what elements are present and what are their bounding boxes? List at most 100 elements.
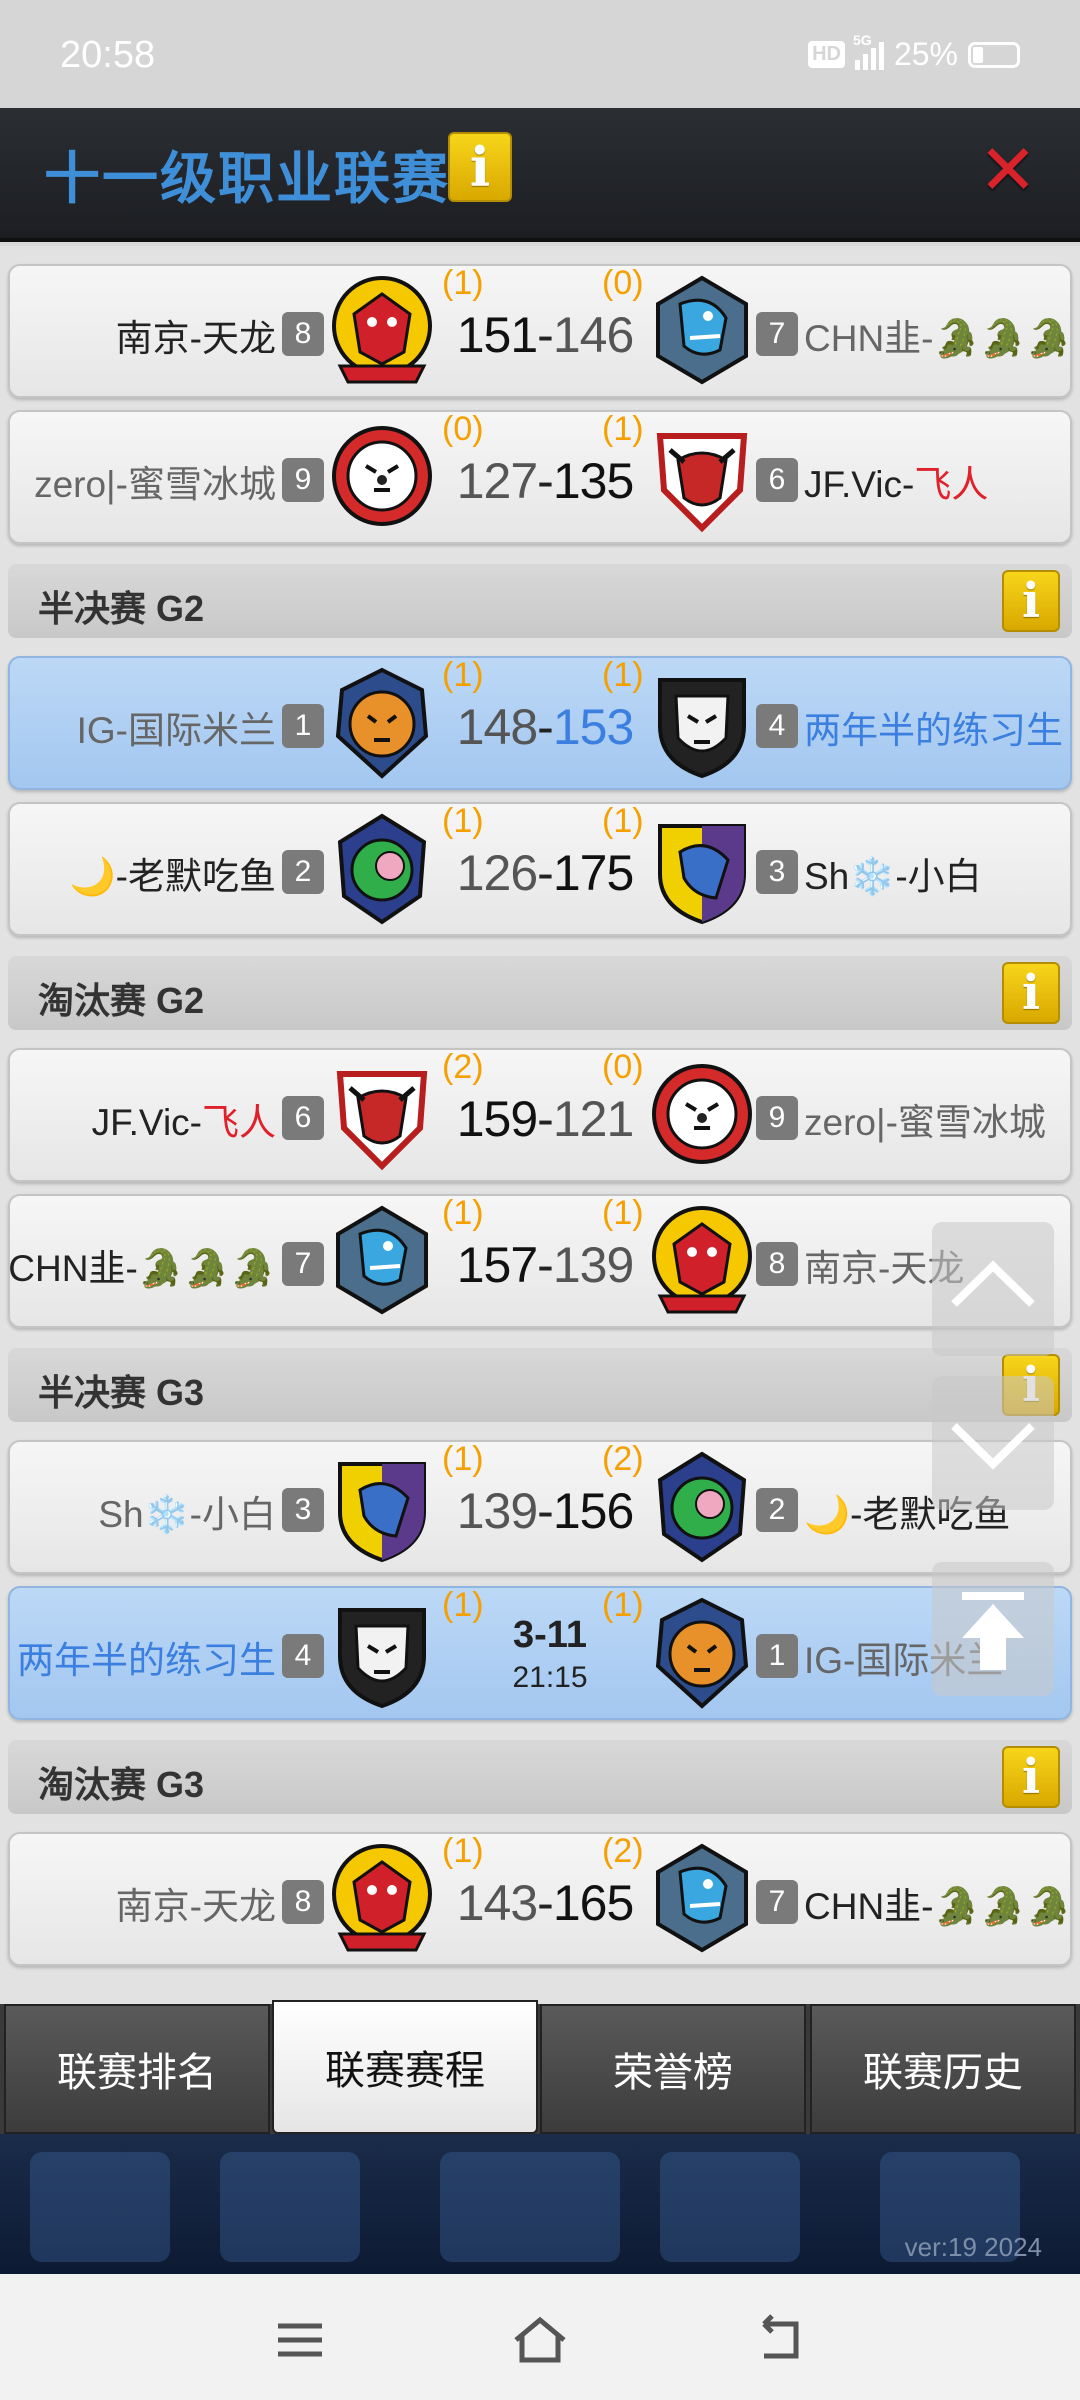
match-score: 126-175	[450, 844, 640, 902]
score-separator: -	[537, 453, 554, 509]
network-type: 5G	[852, 31, 872, 48]
rank-badge-left: 8	[282, 1880, 324, 1924]
wins-right: (2)	[602, 1440, 644, 1478]
match-score: 157-139	[450, 1236, 640, 1294]
wins-right: (0)	[602, 1048, 644, 1086]
schedule-list[interactable]: 南京-天龙 8 (1) 151-146 (0) 7 CHN韭-🐊🐊🐊 zero|…	[0, 246, 1080, 2006]
rank-badge-right: 6	[756, 458, 798, 502]
signal-icon: 5G	[853, 32, 884, 70]
chevron-down-icon	[951, 1423, 1035, 1470]
scroll-up-button[interactable]	[932, 1222, 1054, 1356]
wins-right: (2)	[602, 1832, 644, 1870]
menu-icon[interactable]	[440, 2152, 620, 2262]
wins-left: (1)	[442, 656, 484, 694]
tab-honor-roll[interactable]: 荣誉榜	[540, 2004, 806, 2134]
status-bar: 20:58 HD 5G 25%	[0, 0, 1080, 108]
tab-league-schedule[interactable]: 联赛赛程	[272, 2000, 538, 2134]
wins-left: (1)	[442, 1194, 484, 1232]
score-separator: -	[537, 1875, 554, 1931]
match-row[interactable]: 南京-天龙 8 (1) 143-165 (2) 7 CHN韭-🐊🐊🐊	[8, 1832, 1072, 1966]
match-row[interactable]: JF.Vic-飞人 6 (2) 159-121 (0) 9 zero|-蜜雪冰城	[8, 1048, 1072, 1182]
match-row-upcoming[interactable]: 两年半的练习生 4 (1) 3-11 21:15 (1) 1 IG-国际米兰	[8, 1586, 1072, 1720]
rank-badge-right: 3	[756, 850, 798, 894]
score-right: 146	[552, 307, 634, 363]
trex-team-logo	[656, 1844, 748, 1952]
wins-right: (1)	[602, 656, 644, 694]
match-row[interactable]: 南京-天龙 8 (1) 151-146 (0) 7 CHN韭-🐊🐊🐊	[8, 264, 1072, 398]
tiger-team-logo	[652, 1064, 752, 1164]
rank-badge-left: 7	[282, 1242, 324, 1286]
tab-league-history[interactable]: 联赛历史	[810, 2004, 1076, 2134]
score-separator: -	[537, 699, 554, 755]
trex-team-logo	[656, 276, 748, 384]
arrow-to-top-icon	[962, 1592, 1024, 1670]
score-left: 148	[456, 699, 538, 755]
match-score: 127-135	[450, 452, 640, 510]
team-name-suffix: 飞人	[202, 1102, 276, 1143]
scroll-down-button[interactable]	[932, 1376, 1054, 1510]
back-icon[interactable]	[750, 2310, 810, 2370]
match-row-highlighted[interactable]: IG-国际米兰 1 (1) 148-153 (1) 4 两年半的练习生	[8, 656, 1072, 790]
rank-badge-right: 7	[756, 1880, 798, 1924]
match-row[interactable]: zero|-蜜雪冰城 9 (0) 127-135 (1) 6 JF.Vic-飞人	[8, 410, 1072, 544]
info-button[interactable]: i	[1002, 1746, 1060, 1808]
match-time: 21:15	[512, 1661, 588, 1694]
match-score: 151-146	[450, 306, 640, 364]
team-name-left: IG-国际米兰	[76, 710, 276, 751]
white-tiger-team-logo	[338, 1608, 426, 1708]
score-left: 157	[456, 1237, 538, 1293]
wins-left: (1)	[442, 802, 484, 840]
team-name-left: 两年半的练习生	[17, 1640, 276, 1681]
score-right: 121	[552, 1091, 634, 1147]
score-left: 126	[456, 845, 538, 901]
match-row[interactable]: CHN韭-🐊🐊🐊 7 (1) 157-139 (1) 8 南京-天龙	[8, 1194, 1072, 1328]
info-button[interactable]: i	[1002, 570, 1060, 632]
section-title: 半决赛 G3	[38, 1372, 205, 1413]
score-separator: -	[537, 307, 554, 363]
menu-icon[interactable]	[660, 2152, 800, 2262]
wins-right: (1)	[602, 1586, 644, 1624]
parrot-team-logo	[338, 814, 426, 924]
system-nav-bar	[0, 2274, 1080, 2400]
team-name-emoji: 🐊🐊🐊	[933, 318, 1072, 359]
score-left: 151	[456, 307, 538, 363]
tab-league-ranking[interactable]: 联赛排名	[4, 2004, 270, 2134]
score-right: 175	[552, 845, 634, 901]
menu-icon[interactable]	[220, 2152, 360, 2262]
match-row[interactable]: 🌙-老默吃鱼 2 (1) 126-175 (1) 3 Sh❄️-小白	[8, 802, 1072, 936]
page-title: 十一级职业联赛	[44, 147, 450, 212]
title-bar: 十一级职业联赛 i ✕	[0, 108, 1080, 242]
team-name-left: Sh❄️-小白	[98, 1494, 276, 1535]
info-button[interactable]: i	[1002, 962, 1060, 1024]
team-name-left: JF.Vic-飞人	[92, 1092, 276, 1146]
home-icon[interactable]	[510, 2310, 570, 2370]
team-name-prefix: JF.Vic-	[804, 464, 915, 505]
score-right: 139	[552, 1237, 634, 1293]
menu-icon[interactable]	[270, 2310, 330, 2370]
section-title: 淘汰赛 G2	[38, 980, 205, 1021]
menu-icon[interactable]	[30, 2152, 170, 2262]
info-button[interactable]: i	[448, 132, 512, 202]
team-name-left: CHN韭-🐊🐊🐊	[8, 1248, 276, 1289]
rank-badge-right: 2	[756, 1488, 798, 1532]
section-title: 半决赛 G2	[38, 588, 205, 629]
match-score: 148-153	[450, 698, 640, 756]
wins-left: (1)	[442, 1440, 484, 1478]
score-left: 159	[456, 1091, 538, 1147]
battery-percent: 25%	[893, 36, 958, 72]
close-button[interactable]: ✕	[976, 135, 1040, 205]
match-row[interactable]: Sh❄️-小白 3 (1) 139-156 (2) 2 🌙-老默吃鱼	[8, 1440, 1072, 1574]
match-score: 143-165	[450, 1874, 640, 1932]
team-name-right: CHN韭-🐊🐊🐊	[804, 308, 1072, 362]
score-separator: -	[537, 1483, 554, 1539]
dragon-team-logo	[332, 1844, 432, 1952]
rank-badge-left: 1	[282, 704, 324, 748]
rank-badge-left: 3	[282, 1488, 324, 1532]
score-right: 156	[552, 1483, 634, 1539]
team-name-left: 南京-天龙	[115, 1886, 276, 1927]
team-name-right: Sh❄️-小白	[804, 856, 982, 897]
tiger-team-logo	[656, 1598, 748, 1708]
score-right: 153	[552, 699, 634, 755]
scroll-to-top-button[interactable]	[932, 1562, 1054, 1696]
team-name-right: zero|-蜜雪冰城	[804, 1102, 1046, 1143]
